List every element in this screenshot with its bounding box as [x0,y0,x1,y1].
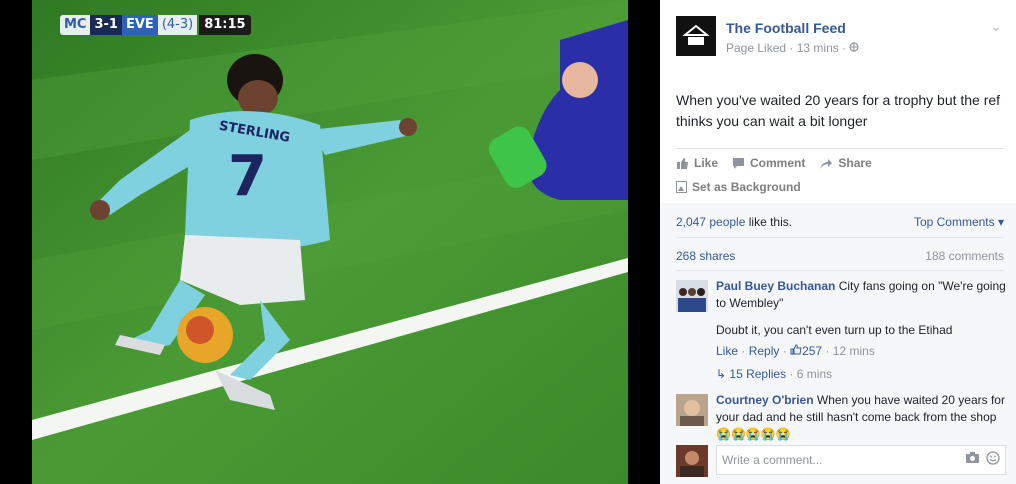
comment-label: Comment [750,156,806,170]
thumbs-up-icon [790,344,802,355]
page-avatar[interactable] [676,16,716,56]
replies-time: 6 mins [796,367,833,381]
divider [676,148,1004,149]
football-feed-logo-icon [683,24,709,45]
comment-reply-link[interactable]: Reply [749,344,780,358]
photo-viewer: STERLING 7 MC 3-1 EVE (4-3) 81:15 The Fo… [0,0,1016,484]
view-replies-link[interactable]: ↳ 15 Replies · 6 mins [716,366,1006,383]
page-liked-status[interactable]: Page Liked [726,41,786,55]
scorebug-home-team: MC [60,15,91,35]
camera-icon[interactable] [965,451,980,468]
comment-author[interactable]: Courtney O'brien [716,393,814,407]
likes-count-link[interactable]: 2,047 people [676,215,745,229]
divider [676,270,1004,271]
avatar[interactable] [676,280,708,312]
likes-suffix: like this. [748,215,793,229]
scorebug-score: 3-1 [90,15,122,35]
composer-icons [965,451,1000,468]
divider [676,237,1004,238]
photo-area[interactable]: STERLING 7 MC 3-1 EVE (4-3) 81:15 [0,0,660,484]
comment-time[interactable]: 12 mins [833,344,875,358]
share-label: Share [838,156,872,170]
scorebug-away-team: EVE [121,15,158,35]
comment-actions: Like · Reply · 257 · 12 mins [716,344,875,358]
comment-item: Paul Buey Buchanan City fans going on "W… [676,278,1006,386]
likes-summary: 2,047 people like this. [676,215,792,229]
post-sidebar: The Football Feed Page Liked · 13 mins ·… [660,0,1016,484]
player-number-text: 7 [228,144,267,209]
thumbs-up-icon [677,157,688,169]
page-name-link[interactable]: The Football Feed [726,20,846,36]
scorebug-aggregate: (4-3) [157,15,198,35]
share-icon [820,158,833,169]
top-comments-dropdown[interactable]: Top Comments ▾ [914,215,1004,229]
globe-icon [849,41,860,55]
comment-button[interactable]: Comment [732,156,805,170]
share-button[interactable]: Share [819,156,872,170]
scorebug-clock: 81:15 [199,15,251,35]
avatar[interactable] [676,394,708,426]
football-photo: STERLING 7 [32,0,628,484]
post-time[interactable]: 13 mins [797,41,839,55]
chevron-down-icon[interactable]: ⌄ [990,18,1002,35]
comment-composer: Write a comment... [676,445,1006,477]
reply-arrow-icon: ↳ [716,367,727,381]
comment-like-link[interactable]: Like [716,344,738,358]
shares-link[interactable]: 268 shares [676,249,735,263]
page-meta: Page Liked · 13 mins · [726,41,860,55]
comment-likes-value: 257 [802,344,823,358]
comment-item: Courtney O'brien When you have waited 20… [676,392,1006,442]
crying-emoji: 😭😭😭😭😭 [716,427,791,441]
avatar[interactable] [676,445,708,477]
like-button[interactable]: Like [676,156,718,170]
post-header: The Football Feed Page Liked · 13 mins ·… [660,0,1016,70]
comment-input[interactable]: Write a comment... [716,445,1006,475]
set-as-background-button[interactable]: Set as Background [676,180,801,194]
set-as-background-label: Set as Background [692,180,801,194]
comment-author[interactable]: Paul Buey Buchanan [716,279,835,293]
comments-count[interactable]: 188 comments [925,249,1004,263]
picture-icon [676,181,687,193]
like-label: Like [694,156,719,170]
comment-body: Courtney O'brien When you have waited 20… [716,392,1006,443]
comment-icon [733,157,745,169]
post-feedback: 2,047 people like this. Top Comments ▾ 2… [660,203,1016,484]
comment-text-continued: Doubt it, you can't even turn up to the … [716,323,953,337]
smiley-icon[interactable] [986,451,1000,468]
replies-count: 15 Replies [729,367,787,381]
post-text: When you've waited 20 years for a trophy… [676,92,1001,129]
top-comments-label: Top Comments [913,215,995,229]
caret-down-icon: ▾ [994,215,1004,229]
comment-body: Paul Buey Buchanan City fans going on "W… [716,278,1006,383]
post-actions: Like Comment Share [676,156,872,170]
scorebug: MC 3-1 EVE (4-3) 81:15 [60,14,251,36]
comment-like-count[interactable]: 257 [790,344,822,358]
